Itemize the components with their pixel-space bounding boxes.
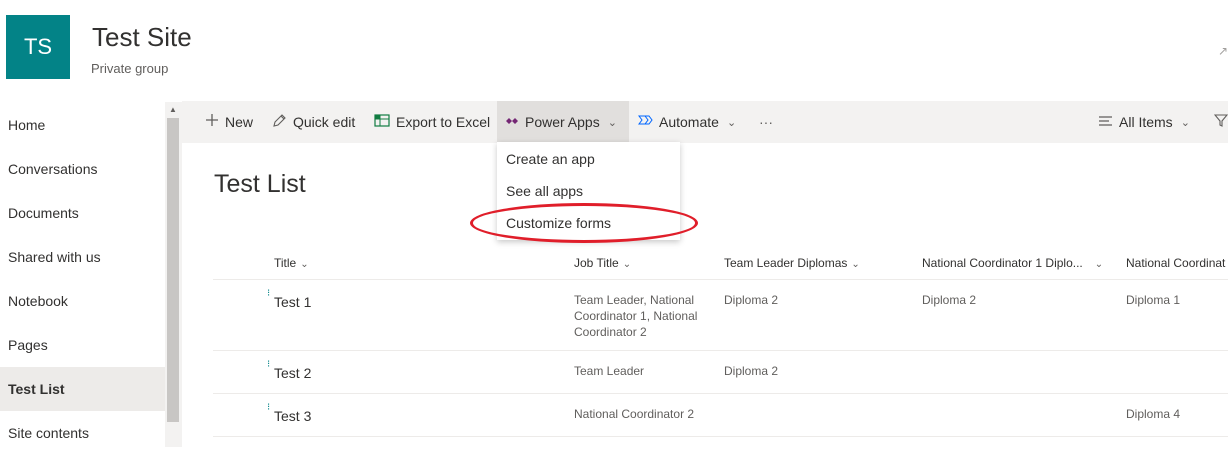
row-team-leader-diploma: Diploma 2 (724, 364, 779, 378)
chevron-down-icon: ⌄ (622, 259, 632, 270)
power-apps-button[interactable]: Power Apps ⌄ (497, 101, 629, 143)
list-title: Test List (214, 170, 306, 198)
chevron-down-icon: ⌄ (851, 259, 860, 270)
chevron-down-icon: ⌄ (607, 116, 617, 129)
row-title[interactable]: Test 1 (274, 294, 311, 310)
nav-item-pages[interactable]: Pages (0, 323, 165, 367)
column-header-national-coordinator-1[interactable]: National Coordinator 1 Diplo... ⌄ (922, 256, 1103, 270)
column-header-label: Job Title (574, 256, 619, 270)
row-nc2-diploma: Diploma 1 (1126, 293, 1181, 307)
site-header: TS Test Site Private group ↗ (0, 0, 1228, 100)
power-apps-label: Power Apps (525, 114, 600, 130)
export-label: Export to Excel (396, 114, 491, 130)
plus-icon (205, 113, 219, 131)
scroll-up-icon[interactable]: ▲ (169, 105, 177, 114)
site-logo[interactable]: TS (6, 15, 70, 79)
site-title[interactable]: Test Site (92, 22, 192, 53)
nav-item-notebook[interactable]: Notebook (0, 279, 165, 323)
truncated-icon: ↗ (1217, 44, 1228, 58)
column-header-label: National Coordinat (1126, 256, 1226, 270)
nav-item-shared-with-us[interactable]: Shared with us (0, 235, 165, 279)
nav-item-home[interactable]: Home (0, 103, 165, 147)
row-title[interactable]: Test 3 (274, 408, 311, 424)
row-divider (213, 350, 1228, 351)
filter-icon (1213, 113, 1228, 131)
automate-button[interactable]: Automate ⌄ (637, 101, 736, 143)
column-header-label: Title (274, 256, 297, 270)
row-job-title: Team Leader (574, 364, 645, 378)
automate-label: Automate (659, 114, 719, 130)
new-item-icon: ⁝ (267, 402, 271, 413)
new-item-icon: ⁝ (267, 288, 271, 299)
row-team-leader-diploma: Diploma 2 (724, 293, 779, 307)
left-navigation: Home Conversations Documents Shared with… (0, 102, 165, 447)
row-nc2-diploma: Diploma 4 (1126, 407, 1181, 421)
quick-edit-button[interactable]: Quick edit (272, 101, 355, 143)
row-divider (213, 393, 1228, 394)
chevron-down-icon: ⌄ (300, 259, 309, 270)
column-header-title[interactable]: Title ⌄ (274, 256, 309, 270)
new-button[interactable]: New (205, 101, 253, 143)
chevron-down-icon: ⌄ (1094, 259, 1104, 270)
nav-item-documents[interactable]: Documents (0, 191, 165, 235)
row-nc1-diploma: Diploma 2 (922, 293, 977, 307)
column-header-job-title[interactable]: Job Title ⌄ (574, 256, 631, 270)
column-header-team-leader-diplomas[interactable]: Team Leader Diplomas ⌄ (724, 256, 860, 270)
chevron-down-icon: ⌄ (1180, 116, 1190, 129)
header-divider (213, 279, 1228, 280)
row-divider (213, 436, 1228, 437)
row-job-title: Team Leader, National Coordinator 1, Nat… (574, 293, 698, 339)
row-title[interactable]: Test 2 (274, 365, 311, 381)
site-subtitle: Private group (91, 61, 169, 76)
power-apps-menu: Create an app See all apps Customize for… (497, 142, 680, 240)
export-to-excel-button[interactable]: Export to Excel (374, 101, 490, 143)
nav-scrollbar[interactable]: ▲ (165, 102, 182, 447)
list-view-icon (1098, 114, 1113, 131)
power-automate-icon (637, 113, 653, 132)
more-button[interactable]: ··· (759, 101, 773, 143)
view-label: All Items (1119, 114, 1173, 130)
scroll-thumb[interactable] (167, 118, 179, 422)
column-header-label: National Coordinator 1 Diplo... (922, 256, 1083, 270)
column-header-label: Team Leader Diplomas (724, 256, 848, 270)
view-selector[interactable]: All Items ⌄ (1098, 101, 1190, 143)
filter-button[interactable] (1213, 101, 1228, 143)
chevron-down-icon: ⌄ (726, 116, 737, 129)
menu-item-see-all-apps[interactable]: See all apps (506, 183, 583, 199)
row-job-title: National Coordinator 2 (574, 407, 695, 421)
command-bar: New Quick edit Export to Excel Power App… (182, 101, 1228, 143)
nav-item-conversations[interactable]: Conversations (0, 147, 165, 191)
pencil-icon (272, 113, 287, 132)
new-label: New (225, 114, 254, 130)
nav-item-test-list[interactable]: Test List (0, 367, 165, 411)
quick-edit-label: Quick edit (293, 114, 356, 130)
column-header-national-coordinator-2[interactable]: National Coordinat (1126, 256, 1225, 270)
menu-item-create-an-app[interactable]: Create an app (506, 151, 595, 167)
excel-icon (374, 113, 390, 132)
nav-item-site-contents[interactable]: Site contents (0, 411, 165, 455)
new-item-icon: ⁝ (267, 359, 271, 370)
menu-item-customize-forms[interactable]: Customize forms (506, 215, 611, 231)
power-apps-icon (505, 114, 519, 131)
